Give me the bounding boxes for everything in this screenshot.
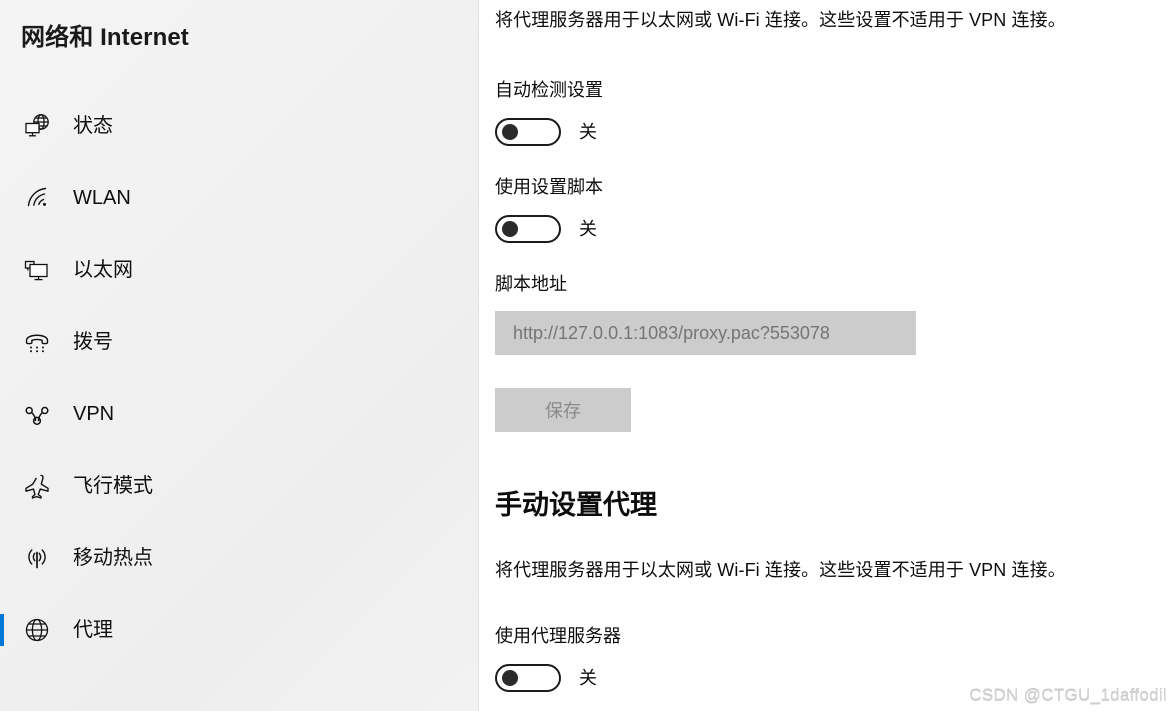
manual-proxy-heading: 手动设置代理 — [495, 490, 657, 520]
sidebar-item-label: 状态 — [73, 115, 113, 137]
mobile-hotspot-icon — [21, 542, 53, 574]
script-address-label: 脚本地址 — [495, 274, 567, 294]
vpn-key-icon — [21, 398, 53, 430]
sidebar-item-label: 移动热点 — [73, 547, 153, 569]
sidebar-item-airplane-mode[interactable]: 飞行模式 — [0, 450, 479, 522]
toggle-knob — [502, 670, 518, 686]
use-setup-script-state: 关 — [579, 219, 597, 239]
selection-indicator — [0, 614, 4, 646]
sidebar: 网络和 Internet 状态 WLAN 以太网 拨号 VPN 飞行模式 移动热… — [0, 0, 479, 711]
auto-detect-label: 自动检测设置 — [495, 80, 603, 100]
sidebar-item-mobile-hotspot[interactable]: 移动热点 — [0, 522, 479, 594]
sidebar-item-label: 飞行模式 — [73, 475, 153, 497]
sidebar-item-label: WLAN — [73, 187, 131, 209]
use-setup-script-toggle[interactable] — [495, 215, 561, 243]
airplane-icon — [21, 470, 53, 502]
dialup-phone-icon — [21, 326, 53, 358]
use-proxy-server-state: 关 — [579, 668, 597, 688]
status-globe-monitor-icon — [21, 110, 53, 142]
use-setup-script-label: 使用设置脚本 — [495, 177, 603, 197]
manual-proxy-description: 将代理服务器用于以太网或 Wi-Fi 连接。这些设置不适用于 VPN 连接。 — [495, 560, 1066, 580]
watermark-text: CSDN @CTGU_1daffodil — [969, 685, 1167, 704]
use-proxy-server-toggle[interactable] — [495, 664, 561, 692]
watermark-overlay-text: CSDN @CTGU_1daffodil — [969, 686, 1167, 705]
main-content: 将代理服务器用于以太网或 Wi-Fi 连接。这些设置不适用于 VPN 连接。 自… — [479, 0, 1175, 711]
settings-window: 网络和 Internet 状态 WLAN 以太网 拨号 VPN 飞行模式 移动热… — [0, 0, 1175, 711]
sidebar-nav: 状态 WLAN 以太网 拨号 VPN 飞行模式 移动热点 代理 — [0, 90, 479, 666]
wifi-icon — [21, 182, 53, 214]
toggle-knob — [502, 124, 518, 140]
sidebar-item-status[interactable]: 状态 — [0, 90, 479, 162]
sidebar-item-dialup[interactable]: 拨号 — [0, 306, 479, 378]
auto-detect-state: 关 — [579, 122, 597, 142]
proxy-globe-icon — [21, 614, 53, 646]
sidebar-item-label: 拨号 — [73, 331, 113, 353]
sidebar-item-label: VPN — [73, 403, 115, 425]
sidebar-item-wlan[interactable]: WLAN — [0, 162, 479, 234]
auto-proxy-description: 将代理服务器用于以太网或 Wi-Fi 连接。这些设置不适用于 VPN 连接。 — [495, 10, 1066, 30]
sidebar-item-ethernet[interactable]: 以太网 — [0, 234, 479, 306]
page-title: 网络和 Internet — [21, 24, 189, 51]
sidebar-item-proxy[interactable]: 代理 — [0, 594, 479, 666]
use-proxy-server-label: 使用代理服务器 — [495, 626, 621, 646]
ethernet-icon — [21, 254, 53, 286]
use-proxy-server-toggle-row: 关 — [495, 664, 597, 692]
auto-detect-toggle[interactable] — [495, 118, 561, 146]
sidebar-item-label: 以太网 — [73, 259, 133, 281]
script-address-input[interactable]: http://127.0.0.1:1083/proxy.pac?553078 — [495, 311, 916, 355]
toggle-knob — [502, 221, 518, 237]
sidebar-item-label: 代理 — [73, 619, 113, 641]
use-setup-script-toggle-row: 关 — [495, 215, 597, 243]
sidebar-item-vpn[interactable]: VPN — [0, 378, 479, 450]
save-button[interactable]: 保存 — [495, 388, 631, 432]
csdn-watermark: CSDN @CTGU_1daffodil CSDN @CTGU_1daffodi… — [969, 685, 1167, 705]
auto-detect-toggle-row: 关 — [495, 118, 597, 146]
